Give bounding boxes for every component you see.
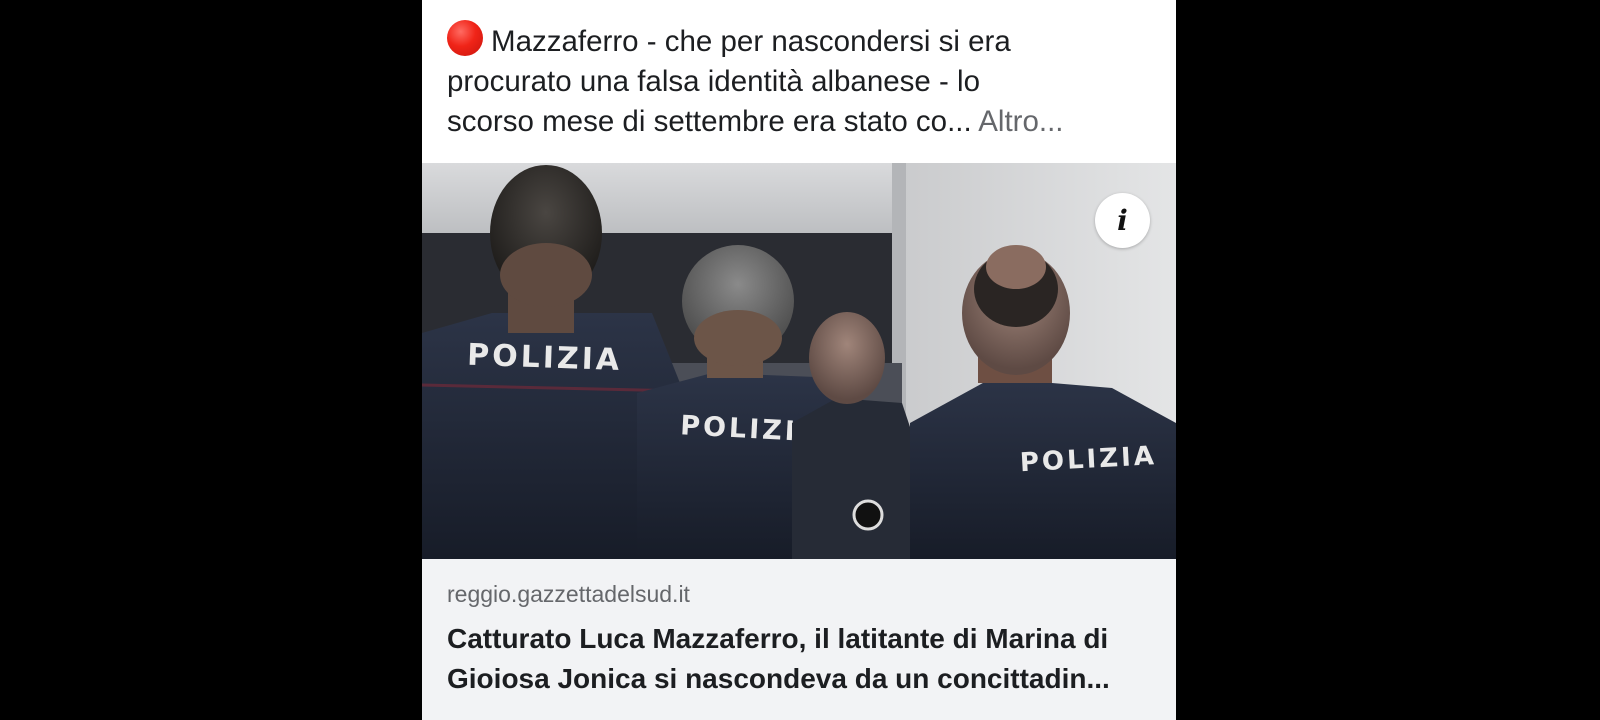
see-more-link[interactable]: Altro...: [978, 105, 1063, 138]
post-text-line-2: procurato una falsa identità albanese - …: [447, 65, 980, 98]
link-preview[interactable]: reggio.gazzettadelsud.it Catturato Luca …: [422, 559, 1176, 720]
link-title-line-2: Gioiosa Jonica si nascondeva da un conci…: [447, 663, 1110, 694]
post-text-line-1: Mazzaferro - che per nascondersi si era: [491, 25, 1011, 58]
link-title-line-1: Catturato Luca Mazzaferro, il latitante …: [447, 623, 1109, 654]
link-domain: reggio.gazzettadelsud.it: [447, 581, 690, 607]
post-text-line-3: scorso mese di settembre era stato co...: [447, 105, 972, 138]
police-photo: POLIZIA POLIZIA POLIZIA: [422, 163, 1176, 559]
post-text: Mazzaferro - che per nascondersi si era …: [447, 20, 1159, 142]
link-title[interactable]: Catturato Luca Mazzaferro, il latitante …: [447, 619, 1159, 699]
post-card: Mazzaferro - che per nascondersi si era …: [422, 0, 1176, 720]
info-icon: i: [1117, 203, 1128, 237]
jacket-label-1: POLIZIA: [467, 338, 623, 378]
red-circle-icon: [447, 20, 483, 56]
post-image[interactable]: POLIZIA POLIZIA POLIZIA i: [422, 163, 1176, 559]
info-button[interactable]: i: [1095, 193, 1150, 248]
